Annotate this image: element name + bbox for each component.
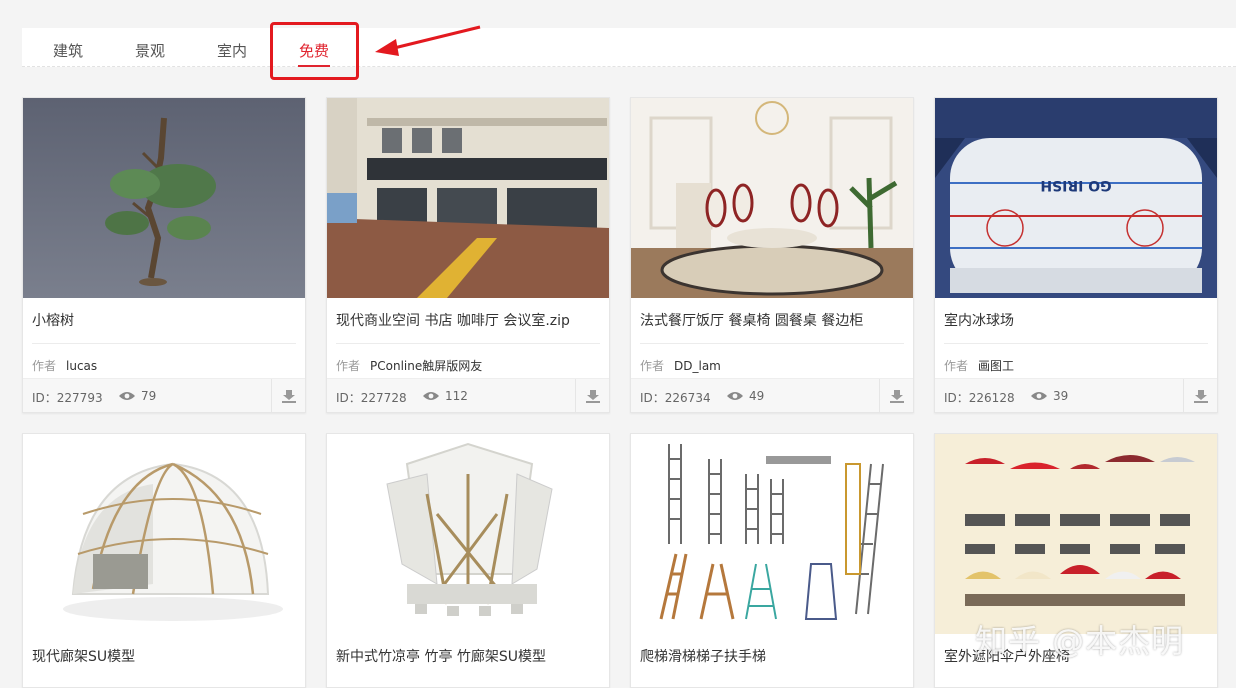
annotation-highlight-box [270, 22, 359, 80]
model-card[interactable]: 新中式竹凉亭 竹亭 竹廊架SU模型 [326, 433, 610, 688]
model-card[interactable]: GO IRISH 室内冰球场 作者 画图工 ID：226128 39 [934, 97, 1218, 413]
author-label: 作者 [944, 359, 969, 373]
divider [944, 343, 1208, 344]
author-label: 作者 [32, 359, 57, 373]
model-thumbnail[interactable] [935, 434, 1217, 634]
tab-architecture[interactable]: 建筑 [53, 40, 83, 61]
author-name[interactable]: PConline触屏版网友 [370, 359, 482, 373]
download-button[interactable] [575, 379, 609, 412]
eye-icon [1031, 392, 1047, 400]
download-icon [586, 390, 600, 403]
tab-interior[interactable]: 室内 [217, 40, 247, 61]
author-line: 作者 PConline触屏版网友 [336, 357, 482, 374]
model-thumbnail[interactable] [631, 98, 913, 298]
author-line: 作者 DD_lam [640, 357, 721, 374]
model-card[interactable]: 现代商业空间 书店 咖啡厅 会议室.zip 作者 PConline触屏版网友 ID… [326, 97, 610, 413]
category-tab-bar: 建筑 景观 室内 免费 [22, 28, 1236, 67]
view-count: 112 [445, 389, 468, 403]
author-name[interactable]: DD_lam [674, 359, 721, 373]
model-id: ID：227793 [32, 391, 103, 405]
rink-logo: GO IRISH [1040, 177, 1111, 193]
download-icon [890, 390, 904, 403]
model-title[interactable]: 新中式竹凉亭 竹亭 竹廊架SU模型 [336, 646, 601, 666]
divider [32, 343, 296, 344]
author-label: 作者 [336, 359, 361, 373]
model-thumbnail[interactable] [327, 98, 609, 298]
annotation-arrow [375, 25, 481, 56]
model-thumbnail[interactable] [327, 434, 609, 634]
divider [336, 343, 600, 344]
model-thumbnail[interactable]: GO IRISH [935, 98, 1217, 298]
download-icon [1194, 390, 1208, 403]
eye-icon [119, 392, 135, 400]
eye-icon [727, 392, 743, 400]
download-button[interactable] [1183, 379, 1217, 412]
model-card[interactable]: 小榕树 作者 lucas ID：227793 79 [22, 97, 306, 413]
author-name[interactable]: 画图工 [978, 359, 1014, 373]
divider [640, 343, 904, 344]
view-count: 49 [749, 389, 765, 403]
model-thumbnail[interactable] [631, 434, 913, 634]
author-label: 作者 [640, 359, 665, 373]
card-meta-bar: ID：227793 79 [23, 378, 305, 412]
model-title[interactable]: 室内冰球场 [944, 310, 1209, 330]
eye-icon [423, 392, 439, 400]
model-card[interactable]: 现代廊架SU模型 [22, 433, 306, 688]
card-meta-bar: ID：226128 39 [935, 378, 1217, 412]
model-title[interactable]: 现代廊架SU模型 [32, 646, 297, 666]
model-title[interactable]: 小榕树 [32, 310, 297, 330]
card-meta-bar: ID：227728 112 [327, 378, 609, 412]
card-meta-bar: ID：226734 49 [631, 378, 913, 412]
watermark: 知乎 @本杰明 [975, 622, 1185, 660]
tab-landscape[interactable]: 景观 [135, 40, 165, 61]
model-card[interactable]: 爬梯滑梯梯子扶手梯 [630, 433, 914, 688]
model-title[interactable]: 爬梯滑梯梯子扶手梯 [640, 646, 905, 666]
view-count: 39 [1053, 389, 1069, 403]
model-id: ID：226734 [640, 391, 711, 405]
model-card[interactable]: 法式餐厅饭厅 餐桌椅 圆餐桌 餐边柜 作者 DD_lam ID：226734 49 [630, 97, 914, 413]
author-name[interactable]: lucas [66, 359, 97, 373]
model-id: ID：226128 [944, 391, 1015, 405]
model-title[interactable]: 现代商业空间 书店 咖啡厅 会议室.zip [336, 310, 601, 330]
download-button[interactable] [879, 379, 913, 412]
model-title[interactable]: 法式餐厅饭厅 餐桌椅 圆餐桌 餐边柜 [640, 310, 905, 330]
model-thumbnail[interactable] [23, 434, 305, 634]
download-button[interactable] [271, 379, 305, 412]
author-line: 作者 lucas [32, 357, 97, 374]
download-icon [282, 390, 296, 403]
model-thumbnail[interactable] [23, 98, 305, 298]
author-line: 作者 画图工 [944, 357, 1014, 374]
view-count: 79 [141, 389, 157, 403]
model-id: ID：227728 [336, 391, 407, 405]
